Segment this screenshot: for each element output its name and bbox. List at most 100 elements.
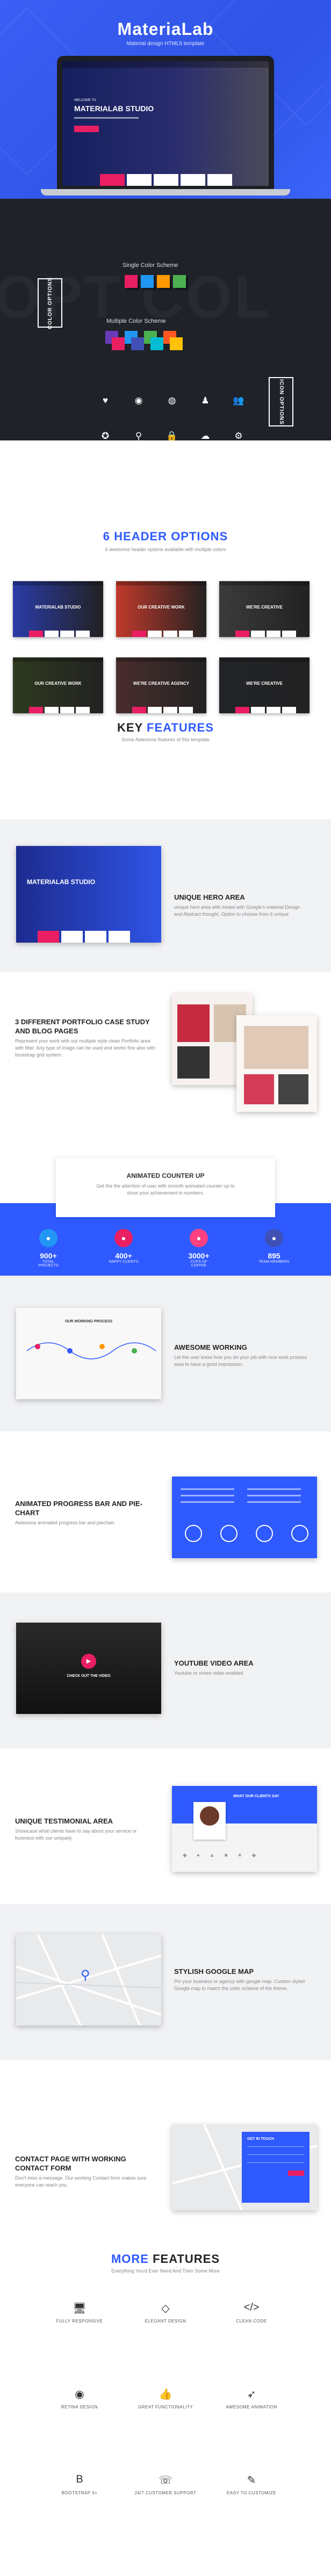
- feature-title: UNIQUE TESTIMONIAL AREA: [15, 1817, 113, 1825]
- feature-hero-area: MATERIALAB STUDIO UNIQUE HERO AREA uniqu…: [0, 819, 331, 972]
- more-feature-label: ELEGANT DESIGN: [145, 2319, 186, 2324]
- more-feature-label: EASY TO CUSTOMIZE: [227, 2491, 276, 2495]
- more-feature-item: 👍 GREAT FUNCTIONALITY: [133, 2387, 198, 2409]
- feature-title: YOUTUBE VIDEO AREA: [174, 1659, 254, 1667]
- multi-color-swatch: [112, 337, 125, 350]
- wand-icon: ✎: [247, 2474, 256, 2486]
- feature-desc: Youtube or vimeo video enabled: [174, 1670, 243, 1676]
- counter-icon: ●: [114, 1229, 133, 1247]
- hero-shot-title: MATERIALAB STUDIO: [27, 878, 96, 886]
- counter-item: ● 3000+ CUPS OF COFFEE: [183, 1229, 215, 1268]
- support-icon: ☏: [159, 2474, 172, 2486]
- hero-section: MateriaLab Material design HTML5 templat…: [0, 0, 331, 199]
- screen-cards: [100, 174, 234, 186]
- header-thumbnail: WE'RE CREATIVE AGENCY: [116, 657, 206, 713]
- feature-progress: ANIMATED PROGRESS BAR AND PIE-CHART Awes…: [0, 1431, 331, 1593]
- soccer-icon: ◉: [134, 395, 143, 406]
- heart-icon: ♥: [102, 395, 109, 406]
- counter-item: ● 900+ TOTAL PROJECTS: [32, 1229, 64, 1268]
- feature-title: 3 DIFFERENT PORTFOLIO CASE STUDY AND BLO…: [15, 1018, 150, 1035]
- more-feature-item: ✎ EASY TO CUSTOMIZE: [219, 2473, 284, 2495]
- thumb-title: WE'RE CREATIVE AGENCY: [133, 681, 190, 686]
- feature-desc: Pin your business or agency with google …: [174, 1979, 305, 1991]
- feature-desc: Let the user know how you do your job wi…: [174, 1355, 307, 1367]
- hero-subtitle: Material design HTML5 template: [126, 41, 205, 47]
- counter-icon: ●: [265, 1229, 283, 1247]
- lock-icon: 🔒: [166, 431, 178, 440]
- user-add-icon: ♟: [201, 395, 210, 406]
- thumb-title: OUR CREATIVE WORK: [34, 681, 82, 686]
- feature-desc: unique hero area with mixed with Google'…: [174, 905, 300, 917]
- header-options-section: 6 HEADER OPTIONS 6 awesome header option…: [0, 440, 331, 747]
- key-features-title: KEY FEATURES: [117, 721, 214, 734]
- users-icon: 👥: [233, 395, 244, 406]
- hero-title: MateriaLab: [117, 19, 214, 39]
- feature-contact: CONTACT PAGE WITH WORKING CONTACT FORM D…: [0, 2060, 331, 2237]
- thumb-cards: [29, 631, 91, 637]
- thumb-cards: [235, 631, 298, 637]
- testimonial-shot-label: WHAT OUR CLIENTS SAY: [233, 1794, 279, 1798]
- laptop-mockup: WELCOME TO MATERIALAB STUDIO: [57, 56, 274, 191]
- feature-title: ANIMATED PROGRESS BAR AND PIE-CHART: [15, 1500, 142, 1517]
- feature-desc: Showcase what clients have to say about …: [15, 1828, 137, 1841]
- more-feature-item: ◇ ELEGANT DESIGN: [133, 2302, 198, 2324]
- more-features-title: MORE FEATURES: [111, 2252, 220, 2266]
- screen-button: [74, 126, 99, 132]
- header-thumbnail: WE'RE CREATIVE: [219, 657, 310, 713]
- diamond-icon: ◇: [161, 2303, 170, 2314]
- counter-number: 900+: [40, 1251, 57, 1260]
- video-screenshot: ▶ CHECK OUT THE VIDEO: [16, 1623, 161, 1714]
- cloud-icon: ☁: [200, 431, 210, 440]
- process-wave: [26, 1342, 156, 1359]
- multi-color-swatch: [131, 337, 144, 350]
- map-pin-icon: ⚲: [81, 1968, 90, 1982]
- counter-item: ● 895 TEAM MEMBERS: [258, 1229, 290, 1264]
- counter-number: 895: [268, 1251, 280, 1260]
- single-color-swatch: [173, 275, 186, 288]
- more-feature-item: ➶ AWESOME ANIMATION: [219, 2387, 284, 2409]
- more-feature-item: ☏ 24/7 CUSTOMER SUPPORT: [133, 2473, 198, 2495]
- feature-title: AWESOME WORKING: [174, 1343, 247, 1351]
- feature-desc: Get the the attention of user with smoot…: [96, 1183, 235, 1196]
- more-feature-item: ◉ RETINA DESIGN: [47, 2387, 112, 2409]
- feature-video: ▶ CHECK OUT THE VIDEO YOUTUBE VIDEO AREA…: [0, 1593, 331, 1748]
- more-feature-label: GREAT FUNCTIONALITY: [138, 2405, 193, 2409]
- multiple-color-label: Multiple Color Scheme: [106, 318, 166, 324]
- screen-small-text: WELCOME TO: [74, 99, 96, 102]
- header-thumbnail: OUR CREATIVE WORK: [116, 581, 206, 637]
- thumb-navbar: [116, 581, 206, 585]
- counter-number: 3000+: [188, 1251, 210, 1260]
- video-shot-label: CHECK OUT THE VIDEO: [67, 1674, 111, 1678]
- feature-portfolio: 3 DIFFERENT PORTFOLIO CASE STUDY AND BLO…: [0, 972, 331, 1144]
- feature-counter: ANIMATED COUNTER UP Get the the attentio…: [0, 1144, 331, 1278]
- more-features-subtitle: Everything You'd Ever Need And Then Some…: [111, 2268, 220, 2274]
- counter-icon: ●: [39, 1229, 57, 1247]
- thumb-cards: [132, 631, 195, 637]
- color-options-section: OPT COL COLOR OPTIONS Single Color Schem…: [0, 199, 331, 440]
- feature-map: ⚲ STYLISH GOOGLE MAP Pin your business o…: [0, 1904, 331, 2060]
- color-options-label: COLOR OPTIONS: [38, 277, 62, 329]
- feature-working: OUR WORKING PROCESS AWESOME WORKING Let …: [0, 1276, 331, 1431]
- contact-shot-label: GET IN TOUCH: [247, 2137, 275, 2141]
- single-color-swatch: [125, 275, 138, 288]
- more-feature-label: AWESOME ANIMATION: [226, 2405, 277, 2409]
- header-options-title: 6 HEADER OPTIONS: [103, 530, 228, 543]
- map-pin-icon: ⚲: [135, 431, 142, 440]
- rocket-icon: ➶: [247, 2389, 256, 2400]
- screen-navbar: [62, 61, 269, 68]
- feature-title: UNIQUE HERO AREA: [174, 893, 245, 901]
- laptop-base: [41, 189, 290, 196]
- process-screenshot: OUR WORKING PROCESS: [16, 1308, 161, 1399]
- counter-label: TEAM MEMBERS: [258, 1260, 290, 1264]
- more-feature-item: </> CLEAN CODE: [219, 2302, 284, 2324]
- thumb-navbar: [219, 657, 310, 662]
- more-feature-item: B BOOTSTRAP 3+: [47, 2473, 112, 2495]
- header-thumbnail: MATERIALAB STUDIO: [13, 581, 103, 637]
- more-feature-item: 🖥 FULLY RESPONSIVE: [47, 2302, 112, 2324]
- counter-label: CUPS OF COFFEE: [190, 1260, 207, 1268]
- globe-icon: ◍: [168, 395, 176, 406]
- compass-icon: ✪: [101, 431, 110, 440]
- key-features-subtitle: Some Awesome features of this template: [121, 737, 210, 742]
- key-features-heading: KEY FEATURES Some Awesome features of th…: [0, 709, 331, 784]
- single-color-label: Single Color Scheme: [123, 262, 178, 269]
